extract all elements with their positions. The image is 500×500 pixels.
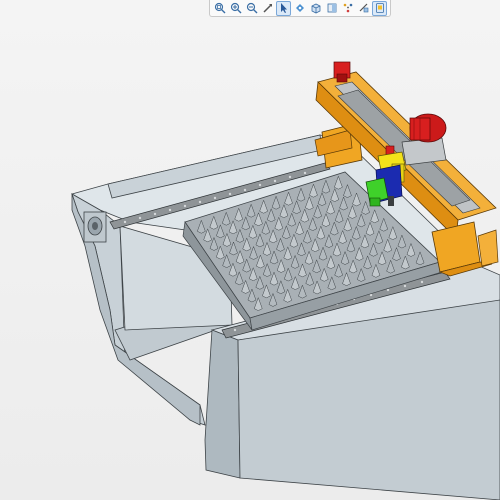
frame-front-face [204,329,241,479]
gantry-motor-side [409,113,447,143]
3d-viewport[interactable] [0,0,500,500]
pivot-boss [83,211,107,243]
